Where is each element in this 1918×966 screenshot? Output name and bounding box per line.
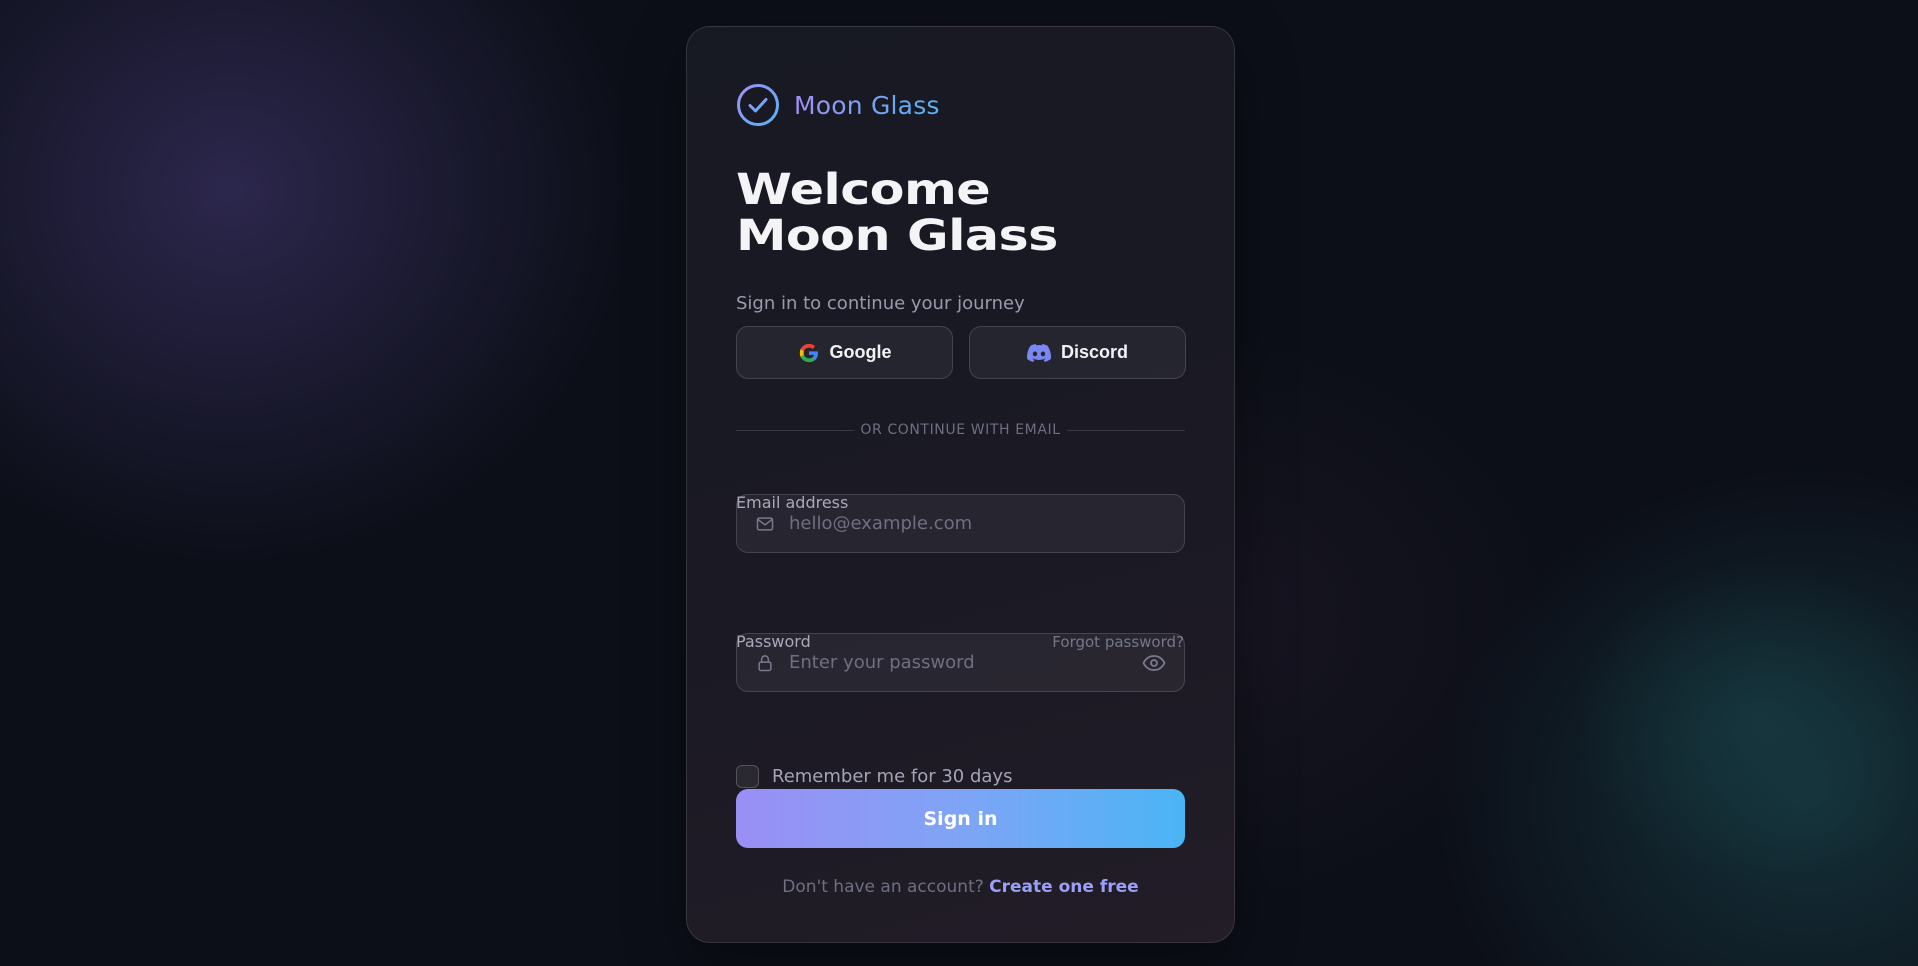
eye-icon[interactable]: [1142, 651, 1166, 675]
discord-icon: [1026, 343, 1051, 362]
password-field[interactable]: [736, 633, 1185, 692]
mail-icon: [756, 516, 774, 531]
title-line-2: Moon Glass: [736, 211, 1058, 261]
divider-text: OR CONTINUE WITH EMAIL: [860, 422, 1061, 438]
page-title: Welcome Moon Glass: [736, 167, 1058, 259]
sign-in-button[interactable]: Sign in: [736, 789, 1185, 848]
discord-signin-button[interactable]: Discord: [969, 326, 1186, 379]
brand: Moon Glass: [736, 83, 940, 127]
remember-label: Remember me for 30 days: [772, 766, 1013, 787]
email-input[interactable]: [789, 495, 1132, 552]
signup-prompt-text: Don't have an account?: [782, 877, 984, 897]
brand-name: Moon Glass: [794, 90, 940, 120]
google-button-label: Google: [829, 342, 892, 362]
lock-icon: [758, 654, 772, 671]
password-input[interactable]: [789, 634, 1132, 691]
divider-line-left: [736, 429, 855, 431]
remember-checkbox[interactable]: [736, 765, 759, 788]
check-circle-icon: [737, 84, 779, 126]
create-account-link[interactable]: Create one free: [989, 877, 1139, 897]
google-icon: [799, 343, 818, 362]
divider-line-right: [1066, 429, 1186, 431]
login-card: Moon Glass Welcome Moon Glass Sign in to…: [686, 26, 1235, 943]
title-line-1: Welcome: [736, 165, 991, 215]
email-field[interactable]: [736, 494, 1185, 553]
google-signin-button[interactable]: Google: [736, 326, 953, 379]
email-divider: OR CONTINUE WITH EMAIL: [736, 422, 1186, 438]
subtitle: Sign in to continue your journey: [736, 293, 1025, 314]
remember-me: Remember me for 30 days: [736, 765, 1012, 788]
signup-prompt: Don't have an account? Create one free: [687, 877, 1234, 897]
discord-button-label: Discord: [1060, 342, 1129, 362]
